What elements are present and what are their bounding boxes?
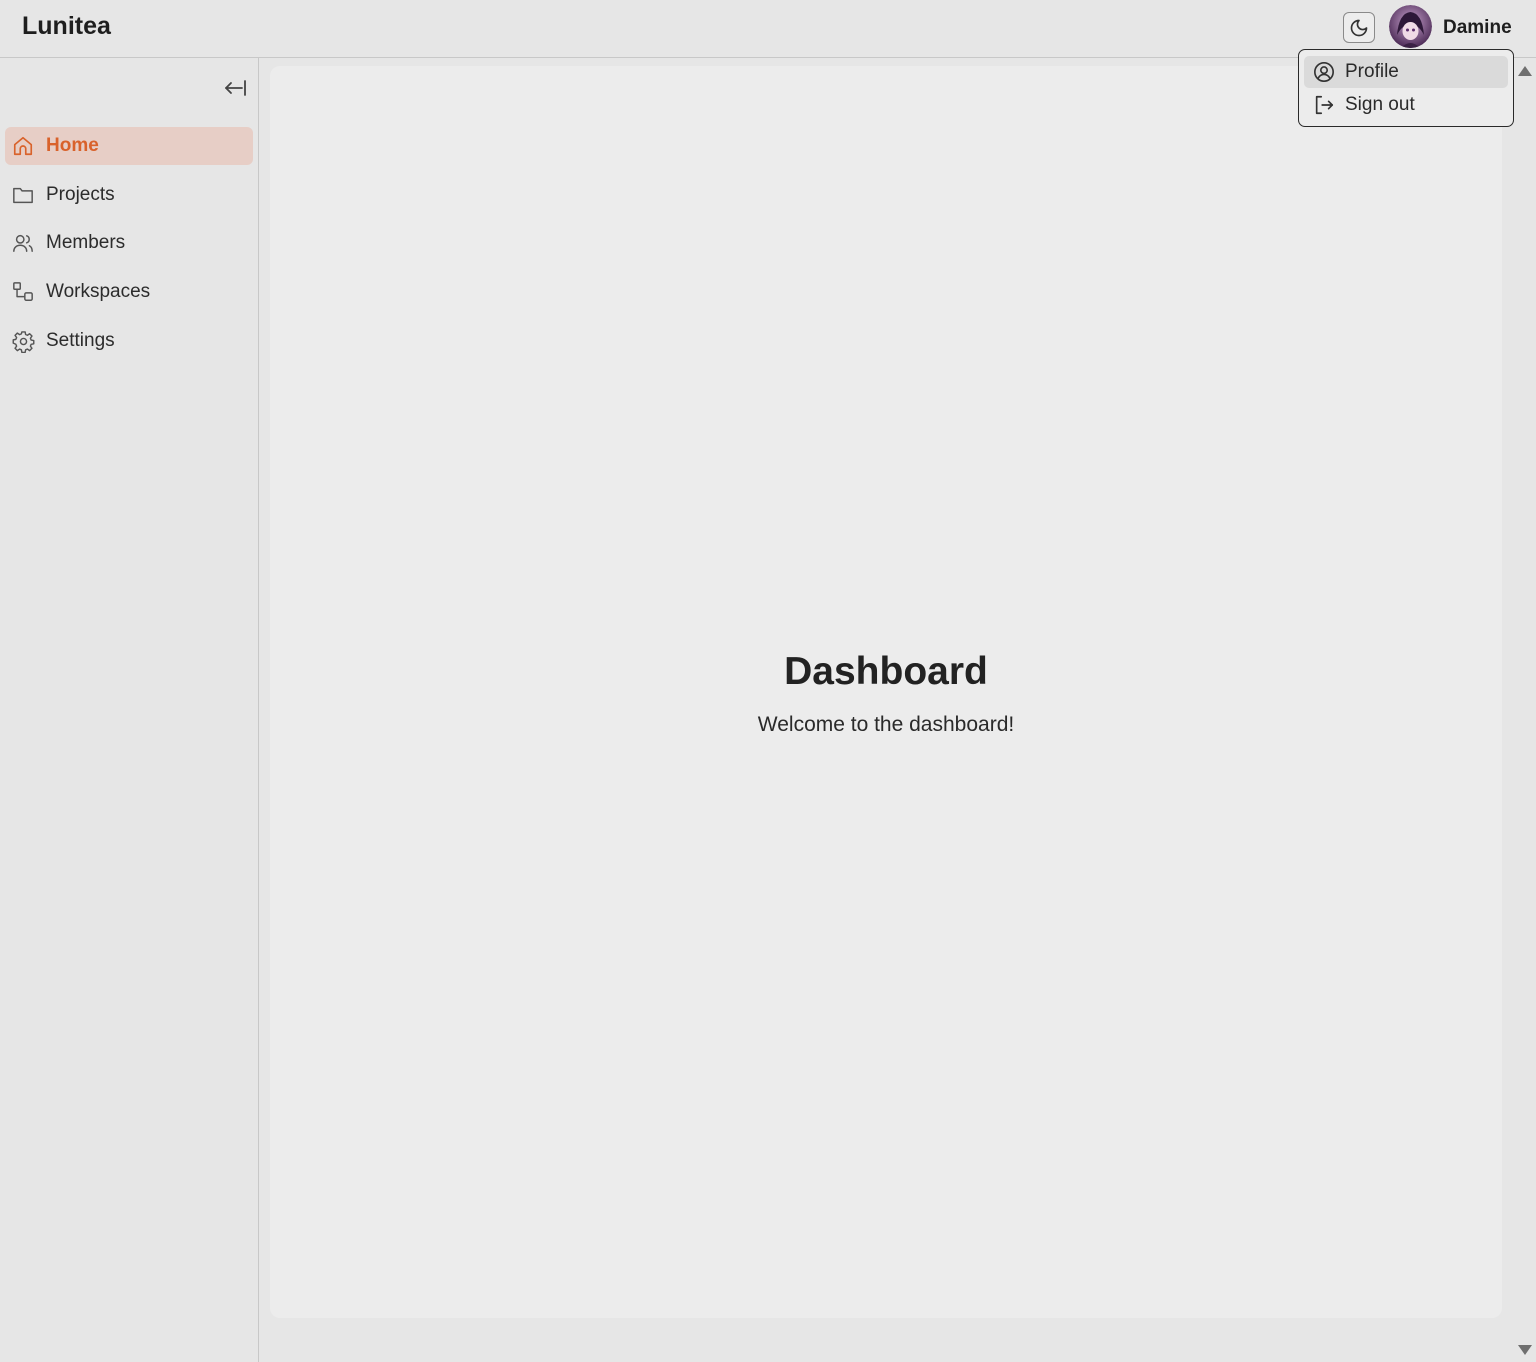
sidebar-item-projects[interactable]: Projects xyxy=(5,176,253,214)
menu-item-label: Sign out xyxy=(1345,94,1415,115)
collapse-left-icon xyxy=(225,80,246,96)
sidebar: Home Projects Members Workspaces Setting… xyxy=(0,58,259,1362)
users-icon xyxy=(11,231,35,255)
sidebar-item-label: Home xyxy=(46,135,99,156)
sidebar-item-settings[interactable]: Settings xyxy=(5,322,253,360)
sidebar-item-label: Members xyxy=(46,232,126,253)
page-title: Dashboard xyxy=(784,650,988,693)
user-name[interactable]: Damine xyxy=(1443,17,1512,39)
theme-toggle-button[interactable] xyxy=(1343,12,1375,43)
sidebar-item-members[interactable]: Members xyxy=(5,224,253,262)
menu-item-sign-out[interactable]: Sign out xyxy=(1304,89,1508,121)
menu-item-profile[interactable]: Profile xyxy=(1304,56,1508,88)
home-icon xyxy=(11,134,35,158)
sidebar-item-home[interactable]: Home xyxy=(5,127,253,165)
moon-icon xyxy=(1350,19,1368,36)
vertical-scrollbar[interactable] xyxy=(1513,58,1536,1362)
scroll-down-arrow-icon[interactable] xyxy=(1518,1345,1532,1355)
avatar[interactable] xyxy=(1389,5,1432,48)
sign-out-icon xyxy=(1313,94,1335,116)
sidebar-item-label: Workspaces xyxy=(46,281,151,302)
main-content: Dashboard Welcome to the dashboard! xyxy=(270,66,1502,1318)
scroll-up-arrow-icon[interactable] xyxy=(1518,66,1532,76)
app-title[interactable]: Lunitea xyxy=(22,12,111,41)
user-menu-dropdown: Profile Sign out xyxy=(1298,49,1514,127)
collapse-sidebar-button[interactable] xyxy=(222,77,248,99)
sidebar-item-label: Projects xyxy=(46,184,115,205)
sidebar-item-workspaces[interactable]: Workspaces xyxy=(5,273,253,311)
workspaces-icon xyxy=(11,280,35,304)
sidebar-item-label: Settings xyxy=(46,330,115,351)
menu-item-label: Profile xyxy=(1345,61,1399,82)
gear-icon xyxy=(11,329,35,353)
folder-icon xyxy=(11,183,35,207)
page-subtitle: Welcome to the dashboard! xyxy=(757,713,1015,736)
user-circle-icon xyxy=(1313,61,1335,83)
